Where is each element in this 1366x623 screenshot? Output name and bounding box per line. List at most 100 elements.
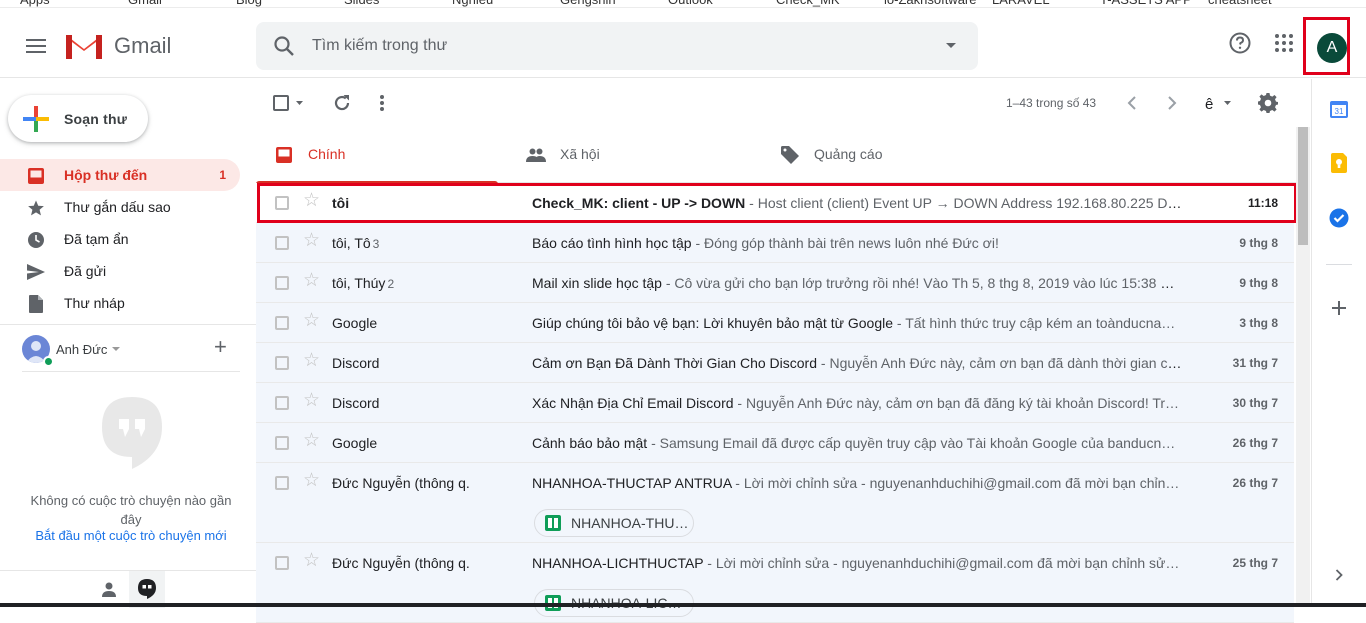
chevron-down-icon[interactable]	[112, 347, 121, 351]
hangouts-user[interactable]: Anh Đức	[22, 335, 121, 367]
email-sender: Đức Nguyễn (thông q.	[332, 475, 522, 491]
email-row[interactable]: ☆ Discord Xác Nhận Địa Chỉ Email Discord -…	[256, 383, 1294, 423]
start-conversation-link[interactable]: Bắt đầu một cuộc trò chuyện mới	[20, 528, 242, 543]
star-icon[interactable]: ☆	[303, 311, 321, 330]
email-content: Cảnh báo bảo mật - Samsung Email đã được…	[532, 435, 1182, 451]
row-checkbox[interactable]	[275, 316, 289, 330]
more-vert-icon[interactable]	[370, 91, 394, 115]
contacts-icon[interactable]	[99, 579, 119, 599]
hangouts-icon[interactable]	[137, 579, 157, 599]
keep-icon[interactable]	[1329, 153, 1349, 173]
star-icon[interactable]: ☆	[303, 231, 321, 250]
bookmark-item[interactable]: lo-Zakhsoftware	[884, 0, 976, 7]
email-content: NHANHOA-LICHTHUCTAP - Lời mời chỉnh sửa …	[532, 555, 1182, 571]
bookmark-item[interactable]: cheatsheet	[1208, 0, 1272, 7]
tab-social[interactable]: Xã hội	[508, 127, 758, 183]
email-row[interactable]: ☆ tôi, Thúy 2 Mail xin slide học tập - Cô v…	[256, 263, 1294, 303]
tab-primary[interactable]: Chính	[256, 127, 506, 184]
email-sender: tôi, Tô 3	[332, 235, 522, 251]
bookmark-item[interactable]: Nghieu	[452, 0, 493, 7]
sidebar-item-inbox[interactable]: Hộp thư đến 1	[0, 159, 240, 191]
row-checkbox[interactable]	[275, 196, 289, 210]
compose-button[interactable]: Soạn thư	[8, 95, 148, 142]
email-content: Check_MK: client - UP -> DOWN - Host cli…	[532, 195, 1182, 211]
chevron-right-icon[interactable]	[1329, 565, 1349, 585]
scrollbar-thumb[interactable]	[1298, 127, 1308, 245]
search-input[interactable]	[312, 30, 912, 62]
apps-grid-icon[interactable]	[1272, 31, 1296, 55]
email-snippet: - Lời mời chỉnh sửa - nguyenanhduchihi@g…	[703, 555, 1180, 571]
tasks-icon[interactable]	[1329, 208, 1349, 228]
row-checkbox[interactable]	[275, 436, 289, 450]
bookmark-item[interactable]: Blog	[236, 0, 262, 7]
email-subject: Check_MK: client - UP -> DOWN	[532, 195, 746, 211]
add-addon-icon[interactable]	[1329, 298, 1349, 318]
row-checkbox[interactable]	[275, 476, 289, 490]
bookmark-item[interactable]: Gmail	[128, 0, 162, 7]
star-icon[interactable]: ☆	[303, 551, 321, 570]
account-avatar[interactable]: A	[1317, 33, 1347, 63]
sidebar-item-label: Hộp thư đến	[64, 167, 148, 183]
search-icon[interactable]	[272, 34, 296, 58]
star-icon[interactable]: ☆	[303, 391, 321, 410]
email-row[interactable]: ☆ Discord Cảm ơn Bạn Đã Dành Thời Gian Cho…	[256, 343, 1294, 383]
new-chat-plus-icon[interactable]: +	[214, 336, 227, 358]
email-row[interactable]: ☆ Đức Nguyễn (thông q. NHANHOA-THUCTAP ANT…	[256, 463, 1294, 543]
row-checkbox[interactable]	[275, 556, 289, 570]
bookmark-item[interactable]: Outlook	[668, 0, 713, 7]
scrollbar[interactable]	[1296, 127, 1310, 607]
divider	[22, 371, 240, 372]
gmail-logo[interactable]: Gmail	[64, 29, 171, 63]
star-icon[interactable]: ☆	[303, 271, 321, 290]
chevron-left-icon[interactable]	[1120, 91, 1144, 115]
row-checkbox[interactable]	[275, 356, 289, 370]
input-tools-icon[interactable]: ê	[1200, 91, 1236, 115]
row-checkbox[interactable]	[275, 396, 289, 410]
star-icon[interactable]: ☆	[303, 191, 321, 210]
sidebar-item-sent[interactable]: Đã gửi	[0, 255, 240, 287]
tag-icon	[780, 145, 800, 165]
bookmark-item[interactable]: LARAVEL	[992, 0, 1050, 7]
unread-count-badge: 1	[219, 168, 226, 182]
sidebar-item-snoozed[interactable]: Đã tạm ẩn	[0, 223, 240, 255]
tab-label: Chính	[308, 146, 346, 162]
email-row[interactable]: ☆ Đức Nguyễn (thông q. NHANHOA-LICHTHUCTAP…	[256, 543, 1294, 623]
email-row[interactable]: ☆ tôi, Tô 3 Báo cáo tình hình học tập - Đón…	[256, 223, 1294, 263]
calendar-icon[interactable]: 31	[1329, 99, 1349, 119]
bookmark-item[interactable]: Gengshin	[560, 0, 616, 7]
star-icon[interactable]: ☆	[303, 351, 321, 370]
star-icon[interactable]: ☆	[303, 431, 321, 450]
sidebar-item-label: Thư nháp	[64, 295, 125, 311]
tab-promotions[interactable]: Quảng cáo	[762, 127, 1012, 183]
bookmark-item[interactable]: Check_MK	[776, 0, 840, 7]
pagination-text: 1–43 trong số 43	[1006, 96, 1097, 110]
bookmark-item[interactable]: Slides	[344, 0, 379, 7]
email-subject: Cảm ơn Bạn Đã Dành Thời Gian Cho Discord	[532, 355, 818, 371]
online-status-dot	[43, 356, 54, 367]
attachment-chip[interactable]: NHANHOA-THU…	[534, 509, 694, 537]
email-row[interactable]: ☆ tôi Check_MK: client - UP -> DOWN - Host…	[256, 183, 1294, 223]
sender-name: Google	[332, 315, 378, 331]
sidebar-item-starred[interactable]: Thư gắn dấu sao	[0, 191, 240, 223]
bookmark-item[interactable]: Apps	[20, 0, 50, 7]
row-checkbox[interactable]	[275, 236, 289, 250]
search-bar[interactable]	[256, 22, 978, 70]
email-row[interactable]: ☆ Google Giúp chúng tôi bảo vệ bạn: Lời kh…	[256, 303, 1294, 343]
gear-icon[interactable]	[1256, 91, 1280, 115]
search-options-icon[interactable]	[946, 43, 956, 48]
hangouts-bottom-bar	[0, 570, 256, 608]
sidebar-item-drafts[interactable]: Thư nháp	[0, 287, 240, 319]
main-menu-button[interactable]	[18, 28, 54, 64]
email-snippet: - Cô vừa gửi cho bạn lớp trưởng rồi nhé!…	[661, 275, 1182, 291]
row-checkbox[interactable]	[275, 276, 289, 290]
chevron-right-icon[interactable]	[1160, 91, 1184, 115]
star-icon[interactable]: ☆	[303, 471, 321, 490]
help-icon[interactable]	[1228, 31, 1252, 55]
email-date: 9 thg 8	[1239, 236, 1278, 250]
bookmark-item[interactable]: T-ASSETS APP	[1100, 0, 1192, 7]
refresh-icon[interactable]	[330, 91, 354, 115]
hamburger-icon	[26, 39, 46, 53]
email-row[interactable]: ☆ Google Cảnh báo bảo mật - Samsung Email …	[256, 423, 1294, 463]
compose-label: Soạn thư	[64, 110, 128, 127]
select-all-checkbox[interactable]	[270, 91, 306, 115]
